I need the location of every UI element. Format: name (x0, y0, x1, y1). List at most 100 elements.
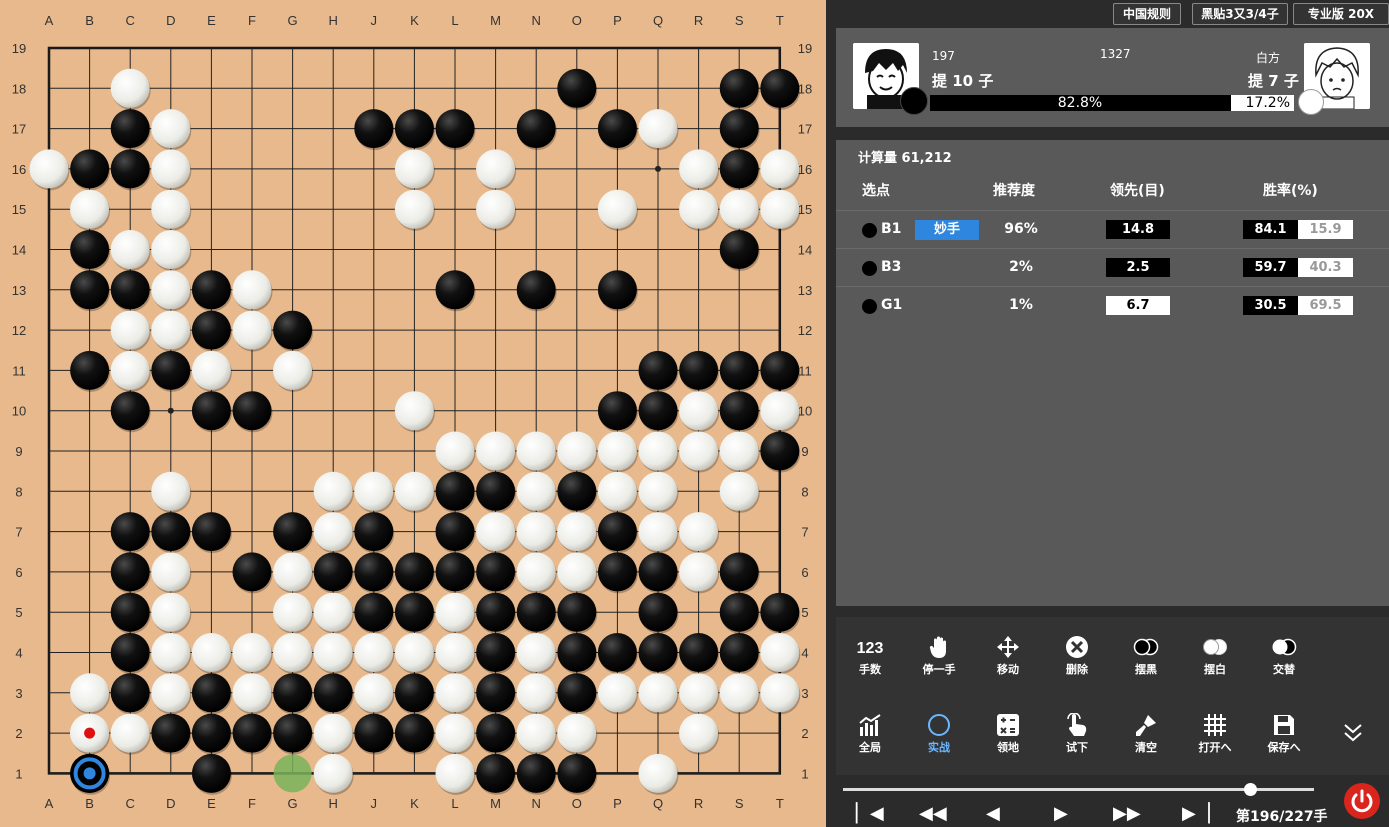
black-stone[interactable] (476, 713, 516, 753)
black-stone[interactable] (597, 552, 637, 592)
black-stone[interactable] (110, 552, 150, 592)
white-stone[interactable] (232, 673, 272, 713)
black-stone[interactable] (191, 673, 231, 713)
white-stone[interactable] (557, 512, 597, 552)
white-stone[interactable] (516, 552, 556, 592)
white-stone[interactable] (110, 713, 150, 753)
white-stone[interactable] (476, 189, 516, 229)
white-stone[interactable] (679, 149, 719, 189)
black-stone[interactable] (760, 68, 800, 108)
black-stone[interactable] (110, 633, 150, 672)
white-stone[interactable] (597, 471, 637, 511)
black-stone[interactable] (394, 592, 434, 632)
white-stone[interactable] (557, 713, 597, 753)
black-stone[interactable] (354, 592, 394, 632)
white-stone[interactable] (435, 753, 475, 793)
black-stone[interactable] (435, 512, 475, 552)
black-stone[interactable] (719, 230, 759, 269)
black-stone[interactable] (719, 592, 759, 632)
black-stone[interactable] (394, 552, 434, 592)
black-stone[interactable] (597, 633, 637, 672)
white-stone[interactable] (516, 512, 556, 552)
white-stone[interactable] (760, 633, 800, 672)
black-stone[interactable] (719, 350, 759, 390)
candidate-row[interactable]: B1 妙手 96% 14.8 84.1 15.9 (836, 210, 1389, 249)
fast-back-button[interactable]: ◀◀ (919, 804, 947, 824)
white-stone[interactable] (638, 431, 678, 471)
fast-forward-button[interactable]: ▶▶ (1113, 804, 1141, 824)
black-stone[interactable] (557, 633, 597, 672)
black-stone[interactable] (476, 471, 516, 511)
black-stone[interactable] (760, 431, 800, 471)
black-stone[interactable] (597, 391, 637, 431)
black-stone[interactable] (760, 592, 800, 632)
black-stone[interactable] (394, 673, 434, 713)
white-stone[interactable] (516, 713, 556, 753)
white-stone[interactable] (110, 350, 150, 390)
prev-button[interactable]: ◀ (986, 804, 1000, 824)
white-stone[interactable] (70, 673, 110, 713)
white-stone[interactable] (273, 592, 313, 632)
white-stone[interactable] (151, 149, 191, 189)
white-stone[interactable] (232, 310, 272, 350)
white-stone[interactable] (597, 189, 637, 229)
black-stone[interactable] (719, 552, 759, 592)
white-stone[interactable] (638, 753, 678, 793)
black-stone[interactable] (70, 149, 110, 189)
black-stone[interactable] (151, 350, 191, 390)
black-stone[interactable] (273, 310, 313, 350)
progress-handle[interactable] (1243, 783, 1257, 796)
black-stone[interactable] (313, 552, 353, 592)
black-stone[interactable] (597, 512, 637, 552)
white-stone[interactable] (313, 592, 353, 632)
black-stone[interactable] (638, 350, 678, 390)
black-stone[interactable] (110, 270, 150, 310)
white-stone[interactable] (151, 230, 191, 269)
next-button[interactable]: ▶ (1054, 804, 1068, 824)
tool-grid-button[interactable]: 打开へ (1185, 711, 1245, 755)
black-stone[interactable] (597, 109, 637, 149)
white-stone[interactable] (760, 673, 800, 713)
white-stone[interactable] (273, 633, 313, 672)
white-stone[interactable] (151, 270, 191, 310)
white-stone[interactable] (476, 431, 516, 471)
expand-more-button[interactable] (1342, 721, 1364, 747)
black-stone[interactable] (191, 753, 231, 793)
white-stone[interactable] (354, 673, 394, 713)
power-button[interactable] (1344, 783, 1380, 819)
white-stone[interactable] (638, 673, 678, 713)
black-stone[interactable] (516, 592, 556, 632)
komi-button[interactable]: 黑贴3又3/4子 (1192, 3, 1288, 25)
white-stone[interactable] (354, 471, 394, 511)
tool-place-black-button[interactable]: 摆黑 (1116, 633, 1176, 677)
white-stone[interactable] (151, 471, 191, 511)
white-stone[interactable] (273, 552, 313, 592)
black-stone[interactable] (232, 713, 272, 753)
white-stone[interactable] (151, 310, 191, 350)
black-stone[interactable] (719, 391, 759, 431)
white-stone[interactable] (597, 431, 637, 471)
tool-eraser-button[interactable]: 清空 (1116, 711, 1176, 755)
tool-place-white-button[interactable]: 摆白 (1185, 633, 1245, 677)
white-stone[interactable] (29, 149, 69, 189)
white-stone[interactable] (313, 753, 353, 793)
tool-hand-button[interactable]: 停一手 (909, 633, 969, 677)
black-stone[interactable] (557, 753, 597, 793)
tool-pointer-button[interactable]: 试下 (1047, 711, 1107, 755)
black-stone[interactable] (110, 673, 150, 713)
black-stone[interactable] (110, 391, 150, 431)
black-stone[interactable] (354, 552, 394, 592)
black-stone[interactable] (679, 350, 719, 390)
white-stone[interactable] (313, 471, 353, 511)
candidate-row[interactable]: G1 1% 6.7 30.5 69.5 (836, 286, 1389, 325)
black-stone[interactable] (110, 109, 150, 149)
go-board[interactable]: A A B B C C D D E E F F G G H H J J K K L L M M N N O O P P Q Q R R S S T T 19… (0, 0, 826, 827)
black-stone[interactable] (232, 552, 272, 592)
black-stone[interactable] (719, 149, 759, 189)
white-stone[interactable] (638, 512, 678, 552)
black-stone[interactable] (394, 713, 434, 753)
white-stone[interactable] (679, 713, 719, 753)
white-stone[interactable] (719, 189, 759, 229)
black-stone[interactable] (719, 68, 759, 108)
white-stone[interactable] (110, 68, 150, 108)
